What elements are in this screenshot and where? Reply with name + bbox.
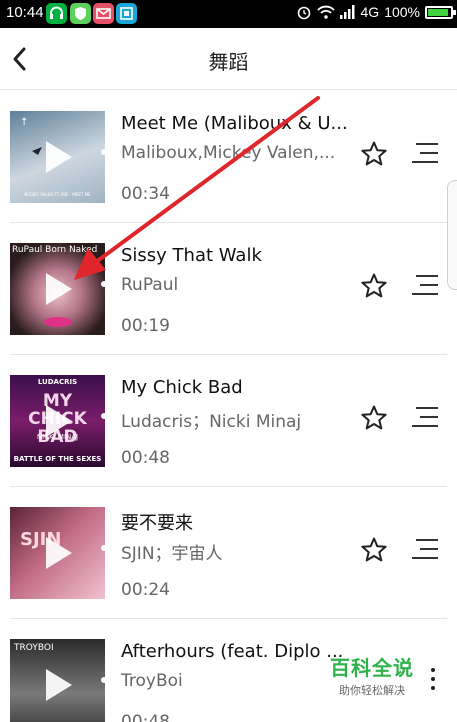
song-artist: SJIN；宇宙人 (121, 544, 223, 564)
song-duration: 00:48 (121, 448, 170, 468)
status-time: 10:44 (6, 4, 44, 21)
play-icon (46, 405, 72, 437)
song-row[interactable]: LUDACRIS MY CHICK BAD NICKI MINAJ BATTLE… (10, 355, 447, 487)
favorite-star-icon[interactable] (360, 272, 388, 300)
cover-caption: RuPaul Born Naked (12, 245, 98, 255)
list-menu-icon[interactable] (410, 407, 438, 429)
page-header: 舞蹈 (0, 28, 457, 90)
watermark: 百科全说 助你轻松解决 (330, 652, 414, 698)
more-options-icon[interactable] (430, 668, 436, 692)
wifi-icon (316, 5, 335, 19)
scan-app-icon (116, 3, 137, 24)
cover-caption: LUDACRIS (37, 378, 78, 386)
network-type: 4G (360, 4, 380, 20)
disc-hole (101, 677, 105, 683)
album-cover[interactable]: RuPaul Born Naked (10, 243, 105, 335)
song-row[interactable]: SJIN 要不要来 SJIN；宇宙人 00:24 (10, 487, 447, 619)
battery-icon (425, 5, 456, 19)
battery-percent: 100% (384, 4, 420, 20)
song-artist: RuPaul (121, 275, 179, 295)
favorite-star-icon[interactable] (360, 536, 388, 564)
disc-hole (101, 149, 105, 155)
cover-caption: NICKEY VALEN FT. MIE - MEET ME (24, 192, 91, 197)
shield-app-icon (70, 3, 91, 24)
alarm-icon (297, 6, 310, 20)
disc-hole (101, 413, 105, 419)
album-cover[interactable]: SJIN (10, 507, 105, 599)
status-right: 4G 100% (296, 4, 456, 20)
svg-text:↑: ↑ (20, 117, 28, 128)
album-cover[interactable]: TROYBOI (10, 639, 105, 722)
cover-caption: BATTLE OF THE SEXES (13, 455, 102, 463)
list-menu-icon[interactable] (410, 539, 438, 561)
song-row[interactable]: ↑ NICKEY VALEN FT. MIE - MEET ME Meet Me… (10, 91, 447, 223)
watermark-main: 百科全说 (330, 656, 414, 680)
play-icon (46, 273, 72, 305)
song-duration: 00:24 (121, 580, 170, 600)
play-icon (46, 141, 72, 173)
headset-app-icon (46, 3, 67, 24)
mail-app-icon (93, 3, 114, 24)
list-menu-icon[interactable] (410, 143, 438, 165)
cover-caption: TROYBOI (14, 643, 54, 653)
disc-hole (101, 545, 105, 551)
song-title: 要不要来 (121, 513, 193, 534)
list-menu-icon[interactable] (410, 275, 438, 297)
signal-icon (339, 5, 354, 19)
page-title: 舞蹈 (208, 50, 249, 74)
disc-hole (101, 281, 105, 287)
album-cover[interactable]: LUDACRIS MY CHICK BAD NICKI MINAJ BATTLE… (10, 375, 105, 467)
song-duration: 00:34 (121, 184, 170, 204)
favorite-star-icon[interactable] (360, 140, 388, 168)
song-artist: Ludacris；Nicki Minaj (121, 412, 302, 432)
album-cover[interactable]: ↑ NICKEY VALEN FT. MIE - MEET ME (10, 111, 105, 203)
song-title: Sissy That Walk (121, 245, 262, 266)
song-duration: 00:48 (121, 712, 170, 722)
song-duration: 00:19 (121, 316, 170, 336)
watermark-sub: 助你轻松解决 (339, 684, 405, 697)
side-drawer-handle[interactable] (447, 180, 457, 290)
favorite-star-icon[interactable] (360, 404, 388, 432)
status-bar: 10:44 4G 100% (0, 0, 457, 28)
play-icon (46, 669, 72, 701)
song-title: Meet Me (Maliboux & U... (121, 113, 346, 134)
song-artist: Maliboux,Mickey Valen,... (121, 143, 336, 163)
song-list: ↑ NICKEY VALEN FT. MIE - MEET ME Meet Me… (0, 91, 457, 722)
play-icon (46, 537, 72, 569)
song-title: Afterhours (feat. Diplo ... (121, 641, 344, 662)
song-row[interactable]: RuPaul Born Naked Sissy That Walk RuPaul… (10, 223, 447, 355)
song-artist: TroyBoi (121, 671, 183, 691)
song-title: My Chick Bad (121, 377, 243, 398)
